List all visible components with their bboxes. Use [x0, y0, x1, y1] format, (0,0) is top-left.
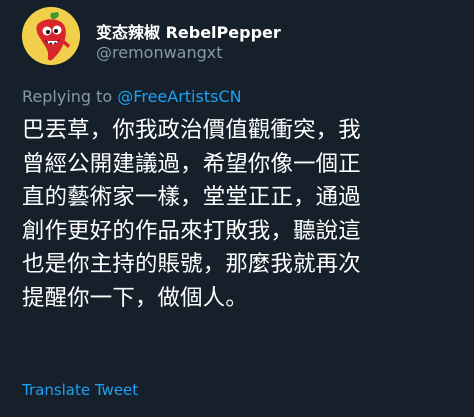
translate-tweet-link[interactable]: Translate Tweet	[22, 381, 138, 399]
tweet-text-line: 巴丟草，你我政治價值觀衝突，我	[22, 117, 361, 143]
replying-to-label: Replying to	[22, 87, 113, 106]
tweet-text-line: 提醒你一下，做個人。	[22, 284, 248, 311]
display-name[interactable]: 变态辣椒 RebelPepper	[96, 19, 281, 43]
avatar[interactable]	[22, 7, 80, 65]
tweet-text-line: 創作更好的作品來打敗我，聽說這	[22, 217, 361, 244]
tweet-text-line: 也是你主持的賬號，那麼我就再次	[22, 251, 361, 277]
tweet-text-line: 曾經公開建議過，希望你像一個正	[22, 150, 361, 177]
reply-mention-link[interactable]: @FreeArtistsCN	[117, 87, 241, 106]
user-handle[interactable]: @remonwangxt	[96, 43, 223, 62]
tweet-text: 巴丟草，你我政治價值觀衝突，我 曾經公開建議過，希望你像一個正 直的藝術家一樣，…	[22, 114, 462, 315]
pepper-avatar-icon	[22, 7, 80, 65]
tweet-text-line: 直的藝術家一樣，堂堂正正，通過	[22, 184, 361, 210]
replying-to-line: Replying to @FreeArtistsCN	[22, 87, 242, 106]
